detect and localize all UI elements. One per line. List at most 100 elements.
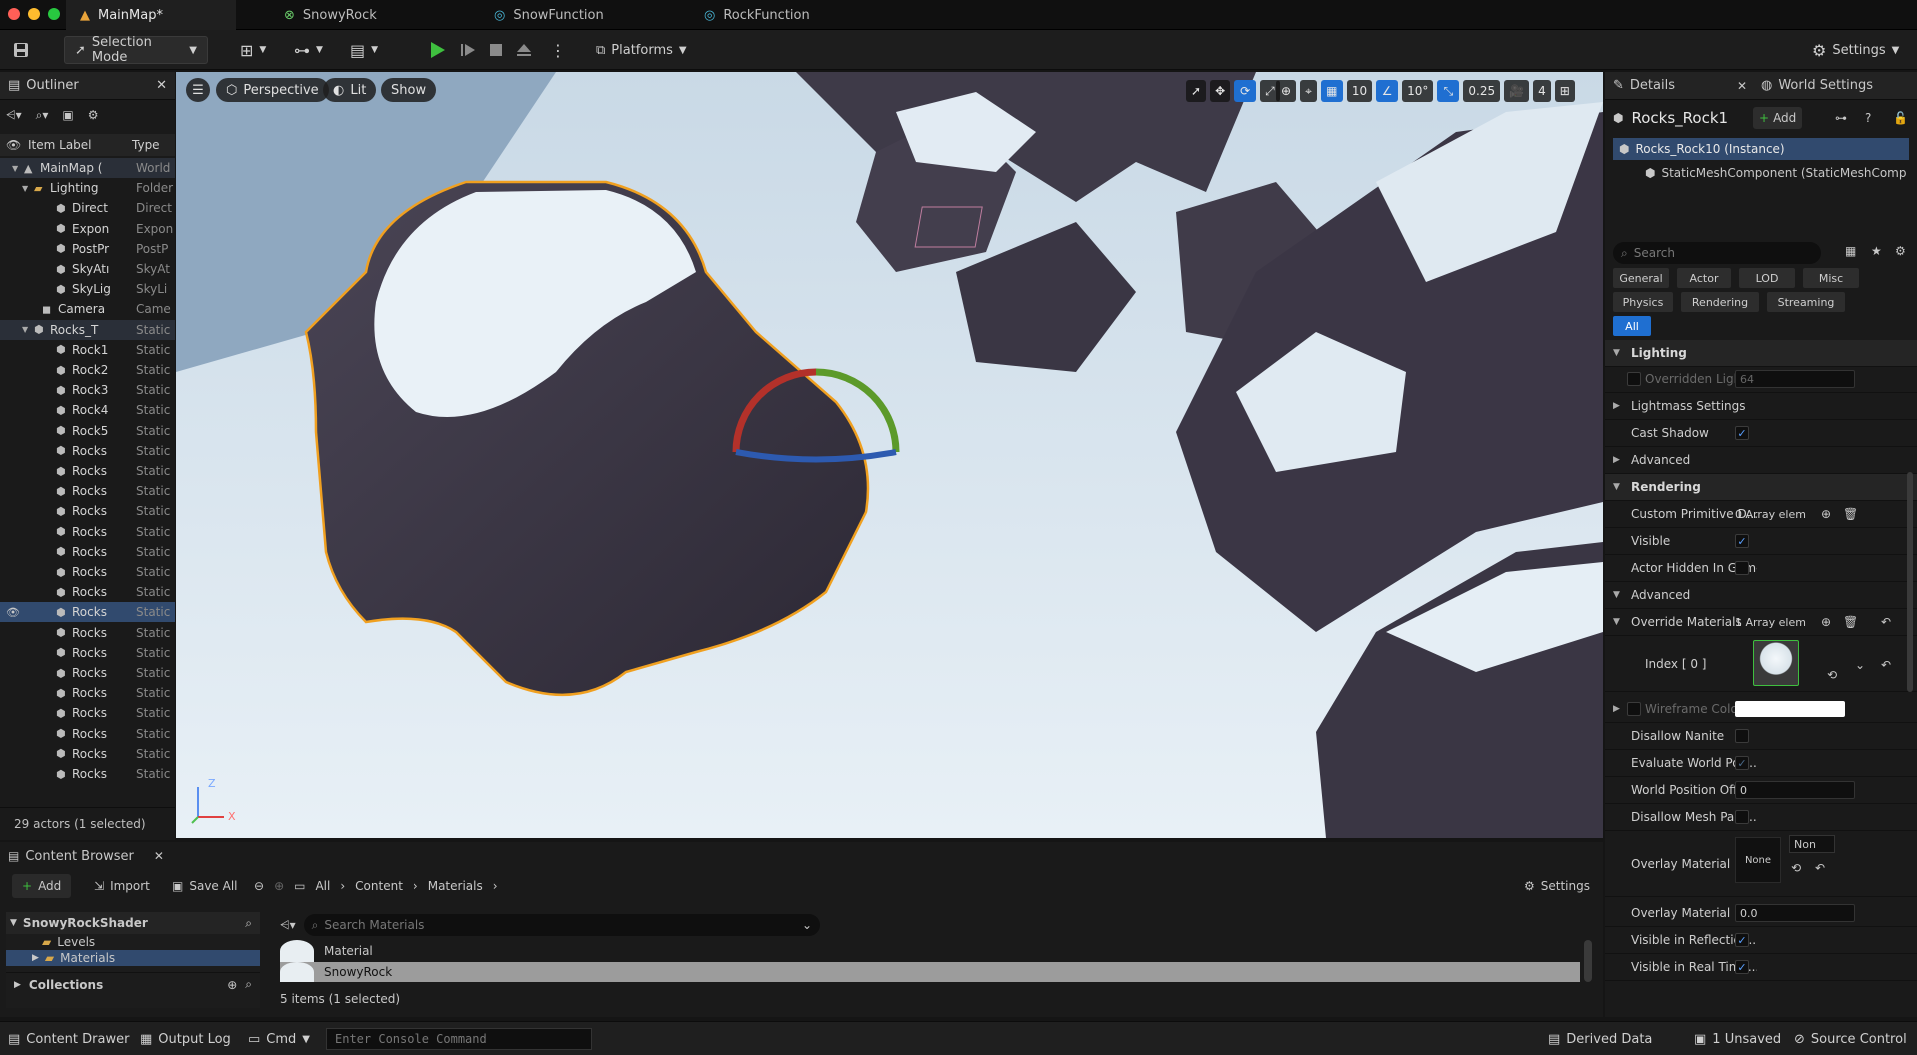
rotation-snap-icon[interactable]: ∠ bbox=[1376, 80, 1399, 102]
search-icon[interactable]: ⌕ bbox=[245, 977, 252, 992]
gear-icon[interactable]: ⚙ bbox=[1895, 244, 1906, 258]
chevron-down-icon[interactable]: ▼ bbox=[1613, 617, 1620, 627]
plus-circle-icon[interactable]: ⊕ bbox=[1821, 507, 1831, 521]
type-header[interactable]: Type bbox=[132, 138, 160, 152]
blueprint-button[interactable]: ⊶ ▼ bbox=[294, 36, 323, 64]
override-checkbox[interactable] bbox=[1627, 372, 1641, 386]
property-row-overlay-material-max[interactable]: Overlay Material M... 0.0 bbox=[1605, 900, 1917, 927]
property-row-evaluate-wpo[interactable]: Evaluate World Posi... ✓ bbox=[1605, 750, 1917, 777]
selection-mode-dropdown[interactable]: ➚ Selection Mode ▼ bbox=[64, 35, 208, 65]
project-root[interactable]: ▼ SnowyRockShader ⌕ bbox=[6, 912, 260, 934]
save-icon[interactable] bbox=[12, 36, 30, 64]
star-icon[interactable]: ★ bbox=[1871, 244, 1882, 258]
camera-speed-value[interactable]: 4 bbox=[1533, 80, 1551, 102]
chevron-right-icon[interactable]: ▶ bbox=[1613, 704, 1620, 714]
filter-chip-general[interactable]: General bbox=[1613, 268, 1669, 288]
eject-button[interactable] bbox=[516, 36, 532, 64]
close-window-button[interactable] bbox=[8, 8, 20, 20]
camera-speed-icon[interactable]: 🎥 bbox=[1504, 80, 1530, 102]
close-icon[interactable]: ✕ bbox=[1737, 79, 1747, 93]
outliner-row[interactable]: ⬢ Rocks Static bbox=[0, 481, 175, 501]
play-button[interactable] bbox=[428, 36, 446, 64]
trash-icon[interactable]: 🗑 bbox=[1843, 507, 1858, 521]
browse-icon[interactable]: ⟲ bbox=[1791, 861, 1801, 875]
chevron-right-icon[interactable]: ▶ bbox=[1613, 455, 1620, 465]
filter-chip-all[interactable]: All bbox=[1613, 316, 1651, 336]
chevron-down-icon[interactable]: ▼ bbox=[1613, 482, 1620, 492]
minimize-window-button[interactable] bbox=[28, 8, 40, 20]
source-control-button[interactable]: ⊘ Source Control bbox=[1794, 1028, 1907, 1050]
scale-snap-value[interactable]: 0.25 bbox=[1463, 80, 1501, 102]
breadcrumb-content[interactable]: Content bbox=[355, 879, 403, 893]
outliner-row[interactable]: ⬢ Rocks Static bbox=[0, 582, 175, 602]
lock-icon[interactable]: 🔓 bbox=[1893, 111, 1908, 125]
world-local-icon[interactable]: ⊕ bbox=[1276, 80, 1297, 102]
grid-view-icon[interactable]: ▦ bbox=[1845, 244, 1856, 258]
outliner-row[interactable]: ⬢ Rocks Static bbox=[0, 623, 175, 643]
outliner-row[interactable]: ⬢ Rocks Static bbox=[0, 744, 175, 764]
asset-row-material[interactable]: Material bbox=[280, 940, 1580, 962]
gear-icon[interactable]: ⚙ bbox=[88, 108, 99, 122]
console-input[interactable]: Enter Console Command bbox=[326, 1028, 592, 1050]
property-row-cast-shadow[interactable]: Cast Shadow ✓ bbox=[1605, 420, 1917, 447]
property-checkbox[interactable] bbox=[1735, 561, 1749, 575]
maximize-viewport-icon[interactable]: ⊞ bbox=[1554, 80, 1575, 102]
outliner-row[interactable]: ⬢ SkyAtı SkyAt bbox=[0, 259, 175, 279]
property-checkbox[interactable]: ✓ bbox=[1735, 960, 1749, 974]
eye-icon[interactable]: 👁 bbox=[6, 606, 20, 619]
outliner-row[interactable]: ⬢ Rocks Static bbox=[0, 522, 175, 542]
outliner-tab[interactable]: ▤ Outliner ✕ bbox=[0, 72, 175, 100]
property-row-override-materials[interactable]: ▼ Override Materials 1 Array elem ⊕ 🗑 ↶ bbox=[1605, 609, 1917, 636]
filter-chip-streaming[interactable]: Streaming bbox=[1767, 292, 1845, 312]
platforms-dropdown[interactable]: ⧉ Platforms ▼ bbox=[596, 36, 687, 64]
content-browser-tab[interactable]: ▤ Content Browser ✕ bbox=[0, 842, 1603, 870]
property-value-field[interactable]: 0 bbox=[1735, 781, 1855, 799]
property-value-field[interactable]: 0.0 bbox=[1735, 904, 1855, 922]
chevron-down-icon[interactable]: ▼ bbox=[1613, 348, 1620, 358]
settings-button[interactable]: ⚙ Settings ▼ bbox=[1812, 36, 1899, 64]
outliner-row[interactable]: ⬢ Rock5 Static bbox=[0, 421, 175, 441]
add-actor-button[interactable]: ⊞ ▼ bbox=[240, 36, 266, 64]
filter-chip-lod[interactable]: LOD bbox=[1739, 268, 1795, 288]
outliner-row[interactable]: ⬢ Rocks Static bbox=[0, 501, 175, 521]
lit-button[interactable]: ◐ Lit bbox=[323, 78, 377, 102]
property-row-wpo-distance[interactable]: World Position Offs... 0 bbox=[1605, 777, 1917, 804]
property-row-overlay-material[interactable]: Overlay Material None Non ⟲ ↶ bbox=[1605, 831, 1917, 897]
tab-snowyrock[interactable]: ⊗ SnowyRock bbox=[270, 0, 470, 30]
save-all-button[interactable]: ▣ Save All bbox=[172, 874, 238, 898]
outliner-row[interactable]: ⬢ Rock1 Static bbox=[0, 340, 175, 360]
asset-row-snowyrock[interactable]: SnowyRock bbox=[280, 962, 1580, 982]
outliner-row[interactable]: ⬢ Rocks Static bbox=[0, 663, 175, 683]
property-row-visible-realtime[interactable]: Visible in Real Time... ✓ bbox=[1605, 954, 1917, 981]
eye-icon[interactable]: 👁 bbox=[6, 138, 21, 152]
content-drawer-button[interactable]: ▤ Content Drawer bbox=[8, 1028, 129, 1050]
property-row-visible[interactable]: Visible ✓ bbox=[1605, 528, 1917, 555]
outliner-row[interactable]: ▼ ▲ MainMap (World bbox=[0, 158, 175, 178]
filter-chip-misc[interactable]: Misc bbox=[1803, 268, 1859, 288]
outliner-row[interactable]: ⬢ Direct Direct bbox=[0, 198, 175, 218]
search-icon[interactable]: ⌕▾ bbox=[36, 108, 49, 123]
filter-icon[interactable]: ⩤▾ bbox=[280, 918, 296, 933]
perspective-button[interactable]: ⬡ Perspective bbox=[216, 78, 329, 102]
viewport-menu-icon[interactable]: ☰ bbox=[186, 78, 210, 102]
chevron-down-icon[interactable]: ▼ bbox=[22, 184, 28, 193]
property-row-rendering-section[interactable]: ▼ Rendering bbox=[1605, 474, 1917, 501]
property-row-lighting-section[interactable]: ▼ Lighting bbox=[1605, 340, 1917, 367]
blueprint-icon[interactable]: ⊶ bbox=[1835, 111, 1847, 125]
step-button[interactable] bbox=[460, 36, 476, 64]
overlay-material-thumbnail[interactable]: None bbox=[1735, 837, 1781, 883]
folder-materials[interactable]: ▶ ▰ Materials bbox=[6, 950, 260, 966]
stop-button[interactable] bbox=[488, 36, 504, 64]
item-label-header[interactable]: Item Label bbox=[28, 138, 92, 152]
scale-snap-icon[interactable]: ⤡ bbox=[1437, 80, 1460, 102]
outliner-row[interactable]: ◼ Camera Came bbox=[0, 299, 175, 319]
breadcrumb-all[interactable]: All bbox=[315, 879, 330, 893]
add-button[interactable]: + Add bbox=[12, 874, 72, 898]
property-row-disallow-nanite[interactable]: Disallow Nanite bbox=[1605, 723, 1917, 750]
chevron-down-icon[interactable]: ⌄ bbox=[1855, 658, 1865, 672]
property-row-disallow-mesh-paint[interactable]: Disallow Mesh Pain... bbox=[1605, 804, 1917, 831]
grid-snap-icon[interactable]: ▦ bbox=[1320, 80, 1343, 102]
add-folder-icon[interactable]: ▣ bbox=[62, 108, 73, 122]
property-row-wireframe-color[interactable]: ▶ Wireframe Colo... bbox=[1605, 696, 1917, 723]
chevron-down-icon[interactable]: ▼ bbox=[1613, 590, 1620, 600]
